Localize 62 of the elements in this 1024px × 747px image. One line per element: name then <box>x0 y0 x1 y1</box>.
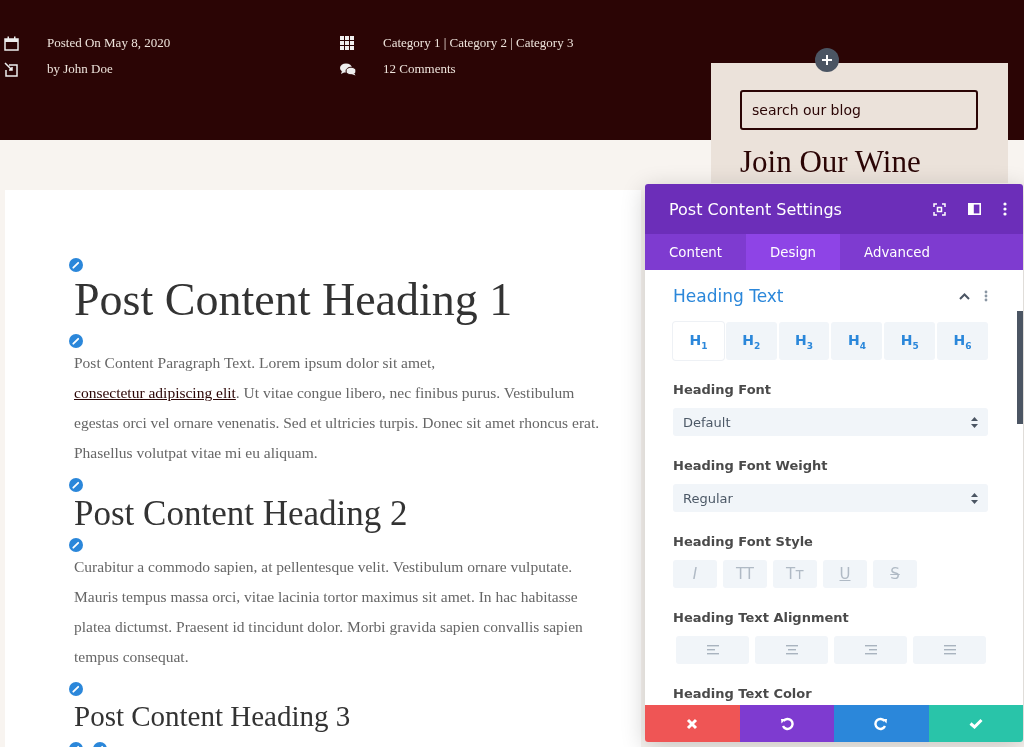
meta-text: 12 Comments <box>383 61 456 77</box>
heading-level-tab[interactable]: H$_{4}$ <box>831 322 883 360</box>
heading-level-tab[interactable]: H$_{1}$ <box>673 322 724 360</box>
underline-button[interactable]: U <box>823 560 867 588</box>
post-heading: Post Content Heading 3 <box>74 699 352 734</box>
select-arrows-icon <box>971 492 978 504</box>
check-icon <box>968 718 983 729</box>
post-heading: Post Content Heading 2 <box>74 494 409 534</box>
select-field[interactable]: Default <box>673 408 988 436</box>
capitalize-button[interactable]: Tᴛ <box>773 560 817 588</box>
comments-icon <box>340 62 356 76</box>
panel-title: Post Content Settings <box>669 199 843 219</box>
grid-icon <box>340 36 354 50</box>
edit-icon[interactable] <box>69 538 83 552</box>
sidebar-heading: Join Our Wine <box>740 144 922 180</box>
strike-button[interactable]: S <box>873 560 917 588</box>
edit-square-icon <box>4 61 19 77</box>
heading-level-tab[interactable]: H$_{6}$ <box>937 322 988 360</box>
text-link[interactable]: consectetur adipiscing elit <box>74 384 236 401</box>
meta-text: by John Doe <box>47 61 113 77</box>
scrollbar[interactable] <box>1017 311 1023 424</box>
select-arrows-icon <box>971 416 978 428</box>
search-field[interactable]: search our blog <box>740 90 978 130</box>
more-options-icon[interactable] <box>1003 202 1007 216</box>
field-label: Heading Text Alignment <box>673 610 850 627</box>
add-icon[interactable] <box>815 48 839 72</box>
redo-button[interactable] <box>834 705 929 742</box>
edit-icon[interactable] <box>69 258 83 272</box>
italic-button[interactable]: I <box>673 560 717 588</box>
uppercase-button[interactable]: TT <box>723 560 767 588</box>
close-icon <box>686 717 699 730</box>
select-field[interactable]: Regular <box>673 484 988 512</box>
settings-tab[interactable]: Content <box>645 234 746 270</box>
edit-icon[interactable] <box>69 682 83 696</box>
heading-level-tab[interactable]: H$_{3}$ <box>778 322 830 360</box>
edit-icon[interactable] <box>69 334 83 348</box>
meta-text: Category 1 | Category 2 | Category 3 <box>383 35 574 51</box>
section-title[interactable]: Heading Text <box>673 286 945 306</box>
undo-button[interactable] <box>739 705 834 742</box>
fullscreen-icon[interactable] <box>933 202 946 216</box>
align-center-icon <box>785 645 798 655</box>
undo-icon <box>779 716 794 731</box>
calendar-icon <box>4 35 19 51</box>
redo-icon <box>874 716 889 731</box>
edit-icon[interactable] <box>69 478 83 492</box>
align-left-icon <box>706 645 719 655</box>
sidebar-layout-icon[interactable] <box>968 203 981 215</box>
post-heading: Post Content Heading 1 <box>74 274 514 326</box>
align-right-icon <box>864 645 877 655</box>
heading-level-tab[interactable]: H$_{2}$ <box>725 322 777 360</box>
settings-tab[interactable]: Advanced <box>840 234 954 270</box>
field-label: Heading Font Style <box>673 534 814 551</box>
field-label: Heading Font Weight <box>673 458 829 475</box>
meta-text: Posted On May 8, 2020 <box>47 35 171 51</box>
settings-tab[interactable]: Design <box>746 234 841 270</box>
paragraph-text: Post Content Paragraph Text. Lorem ipsum dolor sit amet, consectetur adipiscing elit. Ut vitae congue libero, nec finibus purus. Vestibulum egestas orci vel ornare venenatis. Sed et ultricies turpis. Donec sit amet rhoncus erat. Phasellus volutpat vitae mi eu aliquam. <box>74 353 601 463</box>
field-label: Heading Font <box>673 382 773 399</box>
chevron-up-icon[interactable] <box>959 292 970 300</box>
align-justify-icon <box>943 645 956 655</box>
heading-level-tab[interactable]: H$_{5}$ <box>884 322 936 360</box>
field-label: Heading Text Color <box>673 686 813 703</box>
paragraph-text: Curabitur a commodo sapien, at pellentesque velit. Vestibulum ornare vulputate. Mauris tempus massa orci, vitae lacinia tortor maximus sit amet. In hac habitasse platea dictumst. Praesent id tincidunt dolor. Morbi gravida sapien convallis sapien tempus consequat. <box>74 557 584 667</box>
